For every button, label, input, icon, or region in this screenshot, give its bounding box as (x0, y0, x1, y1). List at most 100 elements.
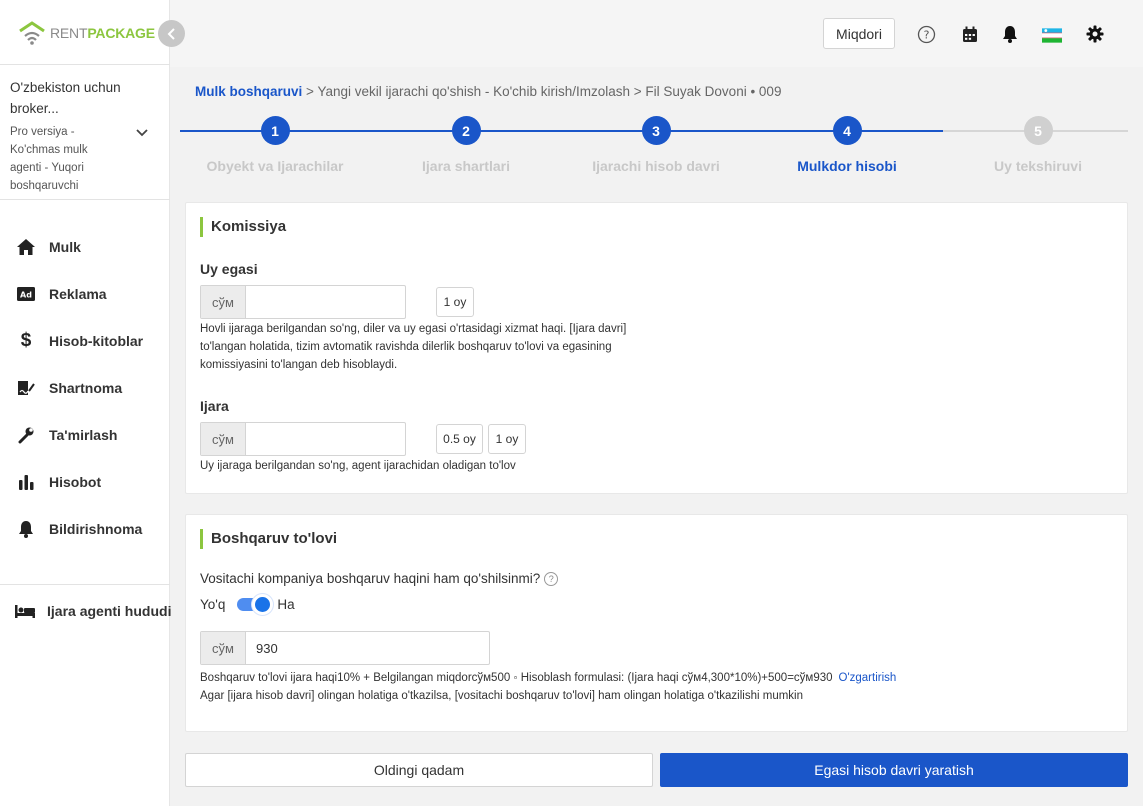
management-fee-input[interactable]: сўм 930 (200, 631, 490, 665)
nav-item-hisob-kitoblar[interactable]: $ Hisob-kitoblar (0, 321, 170, 361)
toggle-on-label: Ha (277, 597, 295, 612)
management-fee-title: Boshqaruv to'lovi (200, 529, 337, 549)
miqdori-button[interactable]: Miqdori (823, 18, 895, 49)
divider (0, 64, 170, 65)
step-title: Uy tekshiruvi (994, 158, 1082, 174)
management-fee-toggle[interactable] (237, 594, 274, 615)
nav-item-shartnoma[interactable]: Shartnoma (0, 368, 170, 408)
calendar-icon[interactable] (960, 24, 980, 44)
step-title: Ijara shartlari (422, 158, 510, 174)
management-note: Agar [ijara hisob davri] olingan holatig… (200, 690, 803, 702)
org-role: Pro versiya - Ko'chmas mulk agenti - Yuq… (10, 126, 88, 192)
question-text: Vositachi kompaniya boshqaruv haqini ham… (200, 571, 541, 586)
nav-item-tamirlash[interactable]: Ta'mirlash (0, 415, 170, 455)
home-icon (14, 237, 38, 257)
bar-chart-icon (14, 472, 38, 492)
breadcrumb-middle: Yangi vekil ijarachi qo'shish - Ko'chib … (317, 84, 630, 99)
rent-commission-input[interactable]: сўм (200, 422, 406, 456)
owner-help-text: Hovli ijaraga berilgandan so'ng, diler v… (200, 323, 627, 371)
chevron-down-icon[interactable] (135, 125, 149, 141)
owner-commission-input[interactable]: сўм (200, 285, 406, 319)
nav-item-label: Ta'mirlash (49, 427, 118, 443)
management-formula: Boshqaruv to'lovi ijara haqi10% + Belgil… (200, 669, 1120, 687)
org-switcher[interactable]: O'zbekiston uchun broker... Pro versiya … (10, 77, 160, 195)
step-1[interactable]: 1 Obyekt va Ijarachilar (180, 116, 370, 174)
rent-label: Ijara (200, 398, 229, 414)
currency-prefix: сўм (201, 286, 246, 318)
top-header: Miqdori ? (170, 0, 1143, 67)
collapse-sidebar-button[interactable] (158, 20, 185, 47)
bed-icon (14, 601, 36, 621)
org-name: O'zbekiston uchun broker... (10, 80, 121, 116)
owner-1-month-button[interactable]: 1 oy (436, 287, 474, 317)
nav-item-label: Hisobot (49, 474, 102, 490)
step-2[interactable]: 2 Ijara shartlari (371, 116, 561, 174)
divider (0, 584, 170, 585)
owner-label: Uy egasi (200, 261, 258, 277)
step-number: 4 (832, 116, 862, 145)
help-icon[interactable]: ? (916, 24, 936, 44)
nav-item-bildirishnoma[interactable]: Bildirishnoma (0, 509, 170, 549)
svg-text:Ad: Ad (20, 291, 32, 300)
divider (0, 199, 170, 200)
management-fee-value[interactable]: 930 (246, 632, 489, 664)
notification-bell-icon[interactable] (1000, 24, 1020, 44)
breadcrumb-current: Fil Suyak Dovoni • 009 (645, 84, 782, 99)
previous-step-button[interactable]: Oldingi qadam (185, 753, 653, 787)
rent-help-text: Uy ijaraga berilgandan so'ng, agent ijar… (200, 460, 516, 472)
wrench-icon (14, 425, 38, 445)
currency-prefix: сўм (201, 632, 246, 664)
currency-prefix: сўм (201, 423, 246, 455)
nav-item-hisobot[interactable]: Hisobot (0, 462, 170, 502)
nav-item-ijara-agenti-hududi[interactable]: Ijara agenti hududi (0, 591, 172, 631)
nav-item-label: Mulk (49, 239, 81, 255)
formula-text: Boshqaruv to'lovi ijara haqi10% + Belgil… (200, 672, 833, 684)
commission-card: Komissiya Uy egasi сўм 1 oy Hovli ijarag… (185, 202, 1128, 494)
gear-icon[interactable] (1085, 24, 1105, 44)
sidebar: RENTPACKAGE O'zbekiston uchun broker... … (0, 0, 172, 806)
ad-icon: Ad (14, 284, 38, 304)
brand-name: RENTPACKAGE (50, 25, 155, 41)
nav-item-label: Hisob-kitoblar (49, 333, 144, 349)
management-toggle-row: Yo'q Ha (200, 594, 295, 615)
nav-item-label: Reklama (49, 286, 107, 302)
breadcrumb: Mulk boshqaruvi > Yangi vekil ijarachi q… (195, 84, 781, 99)
contract-icon (14, 378, 38, 398)
step-title: Obyekt va Ijarachilar (206, 158, 344, 174)
chevron-left-icon (167, 27, 175, 40)
toggle-knob (252, 594, 274, 615)
edit-formula-link[interactable]: O'zgartirish (839, 672, 897, 684)
breadcrumb-separator: > (306, 84, 314, 99)
step-number: 5 (1023, 116, 1053, 145)
brand-logo[interactable]: RENTPACKAGE (18, 20, 155, 46)
step-title: Ijarachi hisob davri (592, 158, 720, 174)
management-fee-card: Boshqaruv to'lovi Vositachi kompaniya bo… (185, 514, 1128, 732)
step-number: 3 (641, 116, 671, 145)
rent-1-month-button[interactable]: 1 oy (488, 424, 526, 454)
rent-commission-value[interactable] (246, 423, 405, 455)
nav-item-label: Ijara agenti hududi (47, 603, 172, 619)
wifi-house-icon (19, 21, 45, 45)
step-number: 1 (260, 116, 290, 145)
dollar-icon: $ (20, 330, 32, 351)
nav-item-label: Shartnoma (49, 380, 123, 396)
step-number: 2 (451, 116, 481, 145)
commission-title: Komissiya (200, 217, 286, 237)
nav-item-mulk[interactable]: Mulk (0, 227, 170, 267)
bell-icon (14, 519, 38, 539)
step-title: Mulkdor hisobi (797, 158, 897, 174)
step-4[interactable]: 4 Mulkdor hisobi (752, 116, 942, 174)
breadcrumb-separator: > (633, 84, 642, 99)
step-progress: 1 Obyekt va Ijarachilar 2 Ijara shartlar… (180, 116, 1128, 176)
step-3[interactable]: 3 Ijarachi hisob davri (561, 116, 751, 174)
nav-item-reklama[interactable]: Ad Reklama (0, 274, 170, 314)
create-owner-statement-button[interactable]: Egasi hisob davri yaratish (660, 753, 1128, 787)
owner-commission-value[interactable] (246, 286, 405, 318)
nav-item-label: Bildirishnoma (49, 521, 143, 537)
step-5[interactable]: 5 Uy tekshiruvi (943, 116, 1133, 174)
management-question: Vositachi kompaniya boshqaruv haqini ham… (200, 571, 559, 586)
help-icon[interactable]: ? (544, 571, 559, 586)
rent-half-month-button[interactable]: 0.5 oy (436, 424, 483, 454)
uzbekistan-flag-icon[interactable] (1042, 25, 1062, 45)
breadcrumb-root-link[interactable]: Mulk boshqaruvi (195, 84, 302, 99)
